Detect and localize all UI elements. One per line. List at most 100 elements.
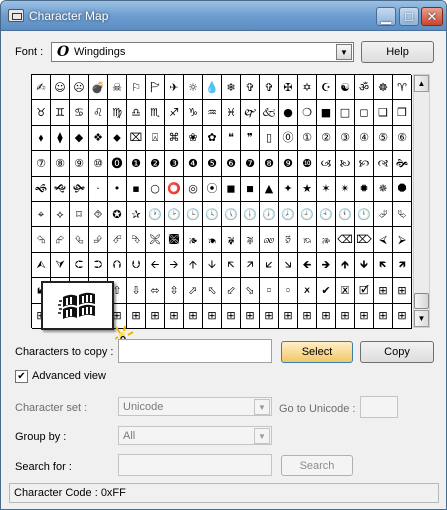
character-cell[interactable]: ☸ <box>374 75 393 101</box>
character-cell[interactable]: 🕛 <box>355 201 374 228</box>
character-cell[interactable]: 🙒 <box>298 227 317 253</box>
character-cell[interactable]: ❸ <box>165 151 184 177</box>
font-dropdown[interactable]: O Wingdings ▼ <box>51 42 354 62</box>
go-to-unicode-input[interactable] <box>360 396 398 418</box>
character-cell[interactable]: ♏ <box>146 100 165 126</box>
character-cell[interactable]: 🕑 <box>165 201 184 228</box>
character-cell[interactable]: ♈ <box>393 75 412 101</box>
character-cell[interactable]: • <box>108 176 127 202</box>
character-cell[interactable]: ⊞ <box>203 303 222 329</box>
character-cell[interactable]: ⇳ <box>165 278 184 304</box>
character-cell[interactable]: 🕕 <box>241 201 260 228</box>
character-cell[interactable]: 🙖 <box>241 227 260 253</box>
character-cell[interactable]: ❞ <box>241 125 260 152</box>
character-cell[interactable]: ♊ <box>51 100 70 126</box>
character-cell[interactable]: ⊞ <box>393 303 412 329</box>
character-cell[interactable]: ⮳ <box>51 227 70 253</box>
character-cell[interactable]: 🡼 <box>374 252 393 279</box>
character-cell[interactable]: ❺ <box>203 151 222 177</box>
character-cell[interactable]: ❾ <box>279 151 298 177</box>
character-cell[interactable]: ⮛ <box>51 252 70 279</box>
character-cell[interactable]: ⊞ <box>279 303 298 329</box>
character-cell[interactable]: 🕔 <box>222 201 241 228</box>
character-cell[interactable]: 🗶 <box>298 278 317 304</box>
character-cell[interactable]: ▪ <box>127 176 146 202</box>
character-cell[interactable]: 🙠 <box>336 151 355 177</box>
character-cell[interactable]: ⊞ <box>336 303 355 329</box>
character-cell[interactable]: ⬂ <box>241 278 260 304</box>
character-cell[interactable]: 🢬 <box>260 278 279 304</box>
character-map-app-icon[interactable] <box>8 9 24 22</box>
character-cell[interactable]: ❻ <box>222 151 241 177</box>
character-cell[interactable]: ◻ <box>355 100 374 126</box>
character-cell[interactable]: 🡩 <box>184 252 203 279</box>
character-cell[interactable]: 🡹 <box>336 252 355 279</box>
character-cell[interactable]: ♍ <box>108 100 127 126</box>
character-set-dropdown[interactable]: Unicode ▼ <box>118 397 272 416</box>
character-cell[interactable]: ⦿ <box>203 176 222 202</box>
character-cell[interactable]: 🙑 <box>279 227 298 253</box>
character-cell[interactable]: 🕐 <box>146 201 165 228</box>
character-cell[interactable]: ⊞ <box>184 303 203 329</box>
character-cell[interactable]: ⮵ <box>89 227 108 253</box>
character-cell[interactable]: ❍ <box>298 100 317 126</box>
character-cell[interactable]: 🙵 <box>260 100 279 126</box>
character-cell[interactable]: 🕚 <box>336 201 355 228</box>
character-cell[interactable]: ⮈ <box>70 252 89 279</box>
character-cell[interactable]: ① <box>298 125 317 152</box>
character-cell[interactable]: 🙢 <box>317 151 336 177</box>
character-cell[interactable]: ⬃ <box>222 278 241 304</box>
character-cell[interactable]: 🙡 <box>355 151 374 177</box>
character-cell[interactable]: 🙣 <box>374 151 393 177</box>
character-cell[interactable]: ◼ <box>222 176 241 202</box>
character-cell[interactable]: ⬥ <box>108 125 127 152</box>
scroll-down-arrow-icon[interactable]: ▼ <box>414 310 429 327</box>
character-cell[interactable]: ☪ <box>317 75 336 101</box>
character-cell[interactable]: ✍ <box>32 75 51 101</box>
character-cell[interactable]: 🏱 <box>146 75 165 101</box>
scrollbar-thumb[interactable] <box>414 293 429 309</box>
character-cell[interactable]: ⮴ <box>70 227 89 253</box>
character-cell[interactable]: ● <box>279 100 298 126</box>
character-cell[interactable]: 🙕 <box>184 227 203 253</box>
character-cell[interactable]: ❶ <box>127 151 146 177</box>
character-cell[interactable]: ⊞ <box>260 303 279 329</box>
character-cell[interactable]: 🙞 <box>393 151 412 177</box>
character-cell[interactable]: 🡫 <box>203 252 222 279</box>
character-cell[interactable]: 🙓 <box>317 227 336 253</box>
character-cell[interactable]: ⊞ <box>165 303 184 329</box>
character-cell[interactable]: ❝ <box>222 125 241 152</box>
character-cell[interactable]: ⊞ <box>241 303 260 329</box>
character-cell[interactable]: 🡬 <box>222 252 241 279</box>
character-cell[interactable]: ✞ <box>260 75 279 101</box>
character-cell[interactable]: ❹ <box>184 151 203 177</box>
character-cell[interactable]: 🗹 <box>355 278 374 304</box>
character-cell[interactable]: ⮱ <box>393 201 412 228</box>
search-for-input[interactable] <box>118 454 272 476</box>
character-cell[interactable]: ◾ <box>241 176 260 202</box>
character-cell[interactable]: 🡻 <box>355 252 374 279</box>
chevron-down-icon[interactable]: ▼ <box>254 428 270 444</box>
character-cell[interactable]: ■ <box>317 100 336 126</box>
character-cell[interactable]: ❑ <box>374 100 393 126</box>
character-cell[interactable]: ⑨ <box>70 151 89 177</box>
character-cell[interactable]: ⮊ <box>89 252 108 279</box>
character-cell[interactable]: ✹ <box>355 176 374 202</box>
character-cell[interactable]: 🡮 <box>279 252 298 279</box>
character-cell[interactable]: ♌ <box>89 100 108 126</box>
character-cell[interactable]: ⌫ <box>336 227 355 253</box>
character-cell[interactable]: ⊞ <box>374 278 393 304</box>
character-cell[interactable]: ⑧ <box>51 151 70 177</box>
character-cell[interactable]: 🙟 <box>70 176 89 202</box>
character-cell[interactable]: 🡽 <box>393 252 412 279</box>
character-cell[interactable]: 🡺 <box>317 252 336 279</box>
character-cell[interactable]: ⌑ <box>70 201 89 228</box>
character-cell[interactable]: ⮶ <box>108 227 127 253</box>
advanced-view-label[interactable]: Advanced view <box>32 370 106 382</box>
character-grid-scrollbar[interactable]: ▲ ▼ <box>413 74 430 328</box>
character-cell[interactable]: ⌧ <box>127 125 146 152</box>
character-cell[interactable]: ❷ <box>146 151 165 177</box>
character-cell[interactable]: ⊞ <box>355 303 374 329</box>
character-cell[interactable]: ⯃ <box>393 176 412 202</box>
character-cell[interactable]: ♉ <box>32 100 51 126</box>
